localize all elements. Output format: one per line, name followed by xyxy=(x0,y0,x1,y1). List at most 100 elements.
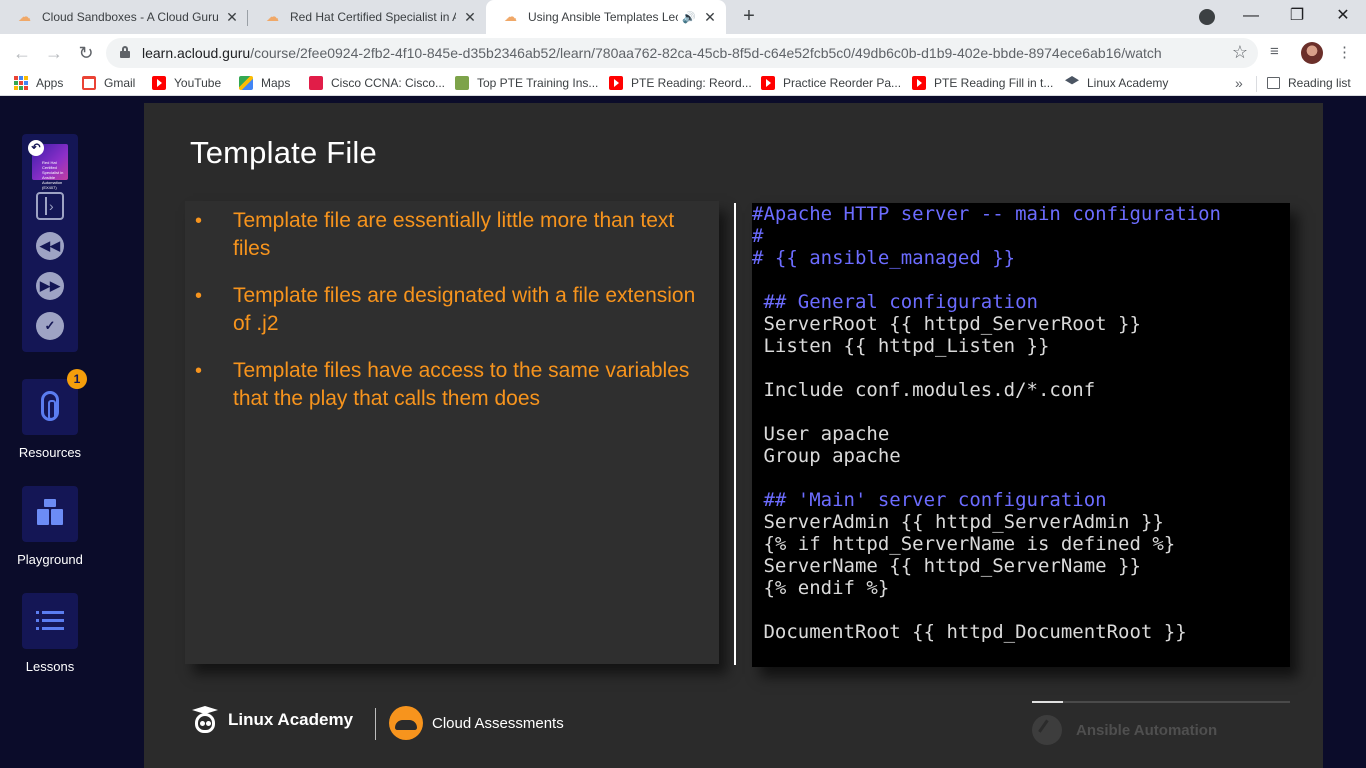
back-arrow-icon[interactable]: ← xyxy=(10,41,34,65)
tab-red-hat-certified[interactable]: ☁ Red Hat Certified Specialist in An ✕ xyxy=(248,0,486,34)
code-line: ServerRoot {{ httpd_ServerRoot }} xyxy=(752,313,1141,335)
code-comment-line: # {{ ansible_managed }} xyxy=(752,247,1016,269)
bookmark-label: Top PTE Training Ins... xyxy=(477,76,599,90)
browser-toolbar: ← → ↻ learn.acloud.guru/course/2fee0924-… xyxy=(0,34,1366,72)
code-comment-line: #Apache HTTP server -- main configuratio… xyxy=(752,203,1221,225)
bookmark-gmail[interactable]: Gmail xyxy=(82,76,135,90)
url-text[interactable]: learn.acloud.guru/course/2fee0924-2fb2-4… xyxy=(142,45,1162,61)
bookmark-apps[interactable]: Apps xyxy=(14,76,63,90)
code-line: Group apache xyxy=(752,445,901,467)
code-line: Listen {{ httpd_Listen }} xyxy=(752,335,1050,357)
bookmark-maps[interactable]: Maps xyxy=(239,76,290,90)
reading-list-button[interactable]: Reading list xyxy=(1267,76,1351,90)
reading-list-label: Reading list xyxy=(1288,76,1351,90)
forward-arrow-icon[interactable]: → xyxy=(42,41,66,65)
toggle-panel-icon[interactable]: › xyxy=(36,192,64,220)
code-comment-line: ## 'Main' server configuration xyxy=(752,489,1107,511)
acloudguru-favicon-icon: ☁ xyxy=(504,9,517,24)
sidebar-item-label: Playground xyxy=(17,552,83,567)
slide-divider xyxy=(734,203,736,665)
profile-avatar[interactable] xyxy=(1301,42,1323,64)
new-tab-button[interactable]: + xyxy=(738,5,760,27)
checkmark-icon[interactable]: ✓ xyxy=(36,312,64,340)
tab-title: Red Hat Certified Specialist in An xyxy=(290,10,456,24)
bookmark-label: YouTube xyxy=(174,76,222,90)
lock-icon[interactable] xyxy=(120,46,130,58)
bullet-panel: Template file are essentially little mor… xyxy=(185,201,719,664)
tab-search-icon[interactable] xyxy=(1199,9,1215,25)
course-thumbnail[interactable]: ↶ Red Hat Certified Specialist in Ansibl… xyxy=(28,140,68,190)
list-icon xyxy=(36,611,64,631)
notification-badge: 1 xyxy=(67,369,87,389)
cubes-icon xyxy=(37,499,63,527)
speaker-icon[interactable]: 🔊 xyxy=(682,11,696,24)
bookmarks-bar: Apps Gmail YouTube Maps Cisco CCNA: Cisc… xyxy=(0,72,1366,96)
chrome-menu-icon[interactable]: ⋮ xyxy=(1337,43,1352,61)
tab-cloud-sandboxes[interactable]: ☁ Cloud Sandboxes - A Cloud Guru ✕ xyxy=(0,0,248,34)
bookmark-youtube[interactable]: YouTube xyxy=(152,76,221,90)
reload-icon[interactable]: ↻ xyxy=(74,41,98,65)
bookmark-label: Linux Academy xyxy=(1087,76,1169,90)
course-thumbnail-text: Red Hat Certified Specialist in Ansible … xyxy=(42,160,64,190)
gmail-icon xyxy=(82,76,96,90)
bookmark-linux-academy[interactable]: Linux Academy xyxy=(1065,76,1168,90)
tab-using-ansible-templates[interactable]: ☁ Using Ansible Templates Lec 🔊 ✕ xyxy=(486,0,726,34)
code-line: DocumentRoot {{ httpd_DocumentRoot }} xyxy=(752,621,1187,643)
bookmark-top-pte[interactable]: Top PTE Training Ins... xyxy=(455,76,598,90)
youtube-icon xyxy=(609,76,623,90)
acloudguru-favicon-icon: ☁ xyxy=(18,9,31,24)
linux-academy-logo: Linux Academy xyxy=(192,706,353,734)
pte-icon xyxy=(455,76,469,90)
resources-tile[interactable] xyxy=(22,379,78,435)
bookmark-star-icon[interactable]: ☆ xyxy=(1232,42,1248,63)
course-name-text: Ansible Automation xyxy=(1076,721,1218,739)
player-controls-strip: ↶ Red Hat Certified Specialist in Ansibl… xyxy=(22,134,78,352)
cloud-assessments-text: Cloud Assessments xyxy=(432,714,564,732)
lecture-video-slide[interactable]: Template File Template file are essentia… xyxy=(144,103,1323,768)
footer-divider xyxy=(375,708,376,740)
code-line: ServerName {{ httpd_ServerName }} xyxy=(752,555,1141,577)
bookmark-pte-reading-reorder[interactable]: PTE Reading: Reord... xyxy=(609,76,752,90)
close-window-button[interactable]: ✕ xyxy=(1320,0,1366,34)
sidebar-item-label: Resources xyxy=(18,445,82,460)
rewind-icon[interactable]: ◀◀ xyxy=(36,232,64,260)
bookmark-label: PTE Reading Fill in t... xyxy=(934,76,1054,90)
youtube-icon xyxy=(912,76,926,90)
slide-title: Template File xyxy=(190,135,377,170)
bookmark-label: Gmail xyxy=(104,76,136,90)
bullet-item: Template files are designated with a fil… xyxy=(185,282,719,338)
cisco-icon xyxy=(309,76,323,90)
left-sidebar: ↶ Red Hat Certified Specialist in Ansibl… xyxy=(0,96,100,768)
close-tab-icon[interactable]: ✕ xyxy=(462,9,478,26)
bookmarks-overflow-button[interactable]: » xyxy=(1235,75,1243,91)
browser-tab-strip: ☁ Cloud Sandboxes - A Cloud Guru ✕ ☁ Red… xyxy=(0,0,1366,34)
code-sample: #Apache HTTP server -- main configuratio… xyxy=(752,203,1290,667)
tab-title: Using Ansible Templates Lec xyxy=(528,10,679,24)
bookmark-pte-reading-fill[interactable]: PTE Reading Fill in t... xyxy=(912,76,1053,90)
maximize-button[interactable]: ❐ xyxy=(1274,0,1320,34)
maps-icon xyxy=(239,76,253,90)
minimize-button[interactable]: — xyxy=(1228,0,1274,34)
bookmark-practice-reorder[interactable]: Practice Reorder Pa... xyxy=(761,76,901,90)
media-control-icon[interactable]: ≡ xyxy=(1270,43,1279,60)
playground-tile[interactable] xyxy=(22,486,78,542)
close-tab-icon[interactable]: ✕ xyxy=(702,9,718,26)
slide-progress-bar xyxy=(1032,701,1290,703)
lessons-tile[interactable] xyxy=(22,593,78,649)
back-arrow-icon[interactable]: ↶ xyxy=(28,140,44,156)
address-bar[interactable]: learn.acloud.guru/course/2fee0924-2fb2-4… xyxy=(106,38,1258,68)
close-tab-icon[interactable]: ✕ xyxy=(224,9,240,26)
tab-title: Cloud Sandboxes - A Cloud Guru xyxy=(42,10,218,24)
bullet-list: Template file are essentially little mor… xyxy=(185,207,719,432)
bookmark-label: PTE Reading: Reord... xyxy=(631,76,752,90)
linux-academy-icon xyxy=(1065,76,1079,85)
ansible-automation-label: Ansible Automation xyxy=(1032,715,1217,745)
bookmark-cisco-ccna[interactable]: Cisco CCNA: Cisco... xyxy=(309,76,445,90)
fast-forward-icon[interactable]: ▶▶ xyxy=(36,272,64,300)
code-comment-line: ## General configuration xyxy=(752,291,1038,313)
code-line: {% endif %} xyxy=(752,577,890,599)
slide-progress-fill xyxy=(1032,701,1063,703)
reading-list-icon xyxy=(1267,77,1280,89)
youtube-icon xyxy=(152,76,166,90)
url-path: /course/2fee0924-2fb2-4f10-845e-d35b2346… xyxy=(250,45,1162,61)
